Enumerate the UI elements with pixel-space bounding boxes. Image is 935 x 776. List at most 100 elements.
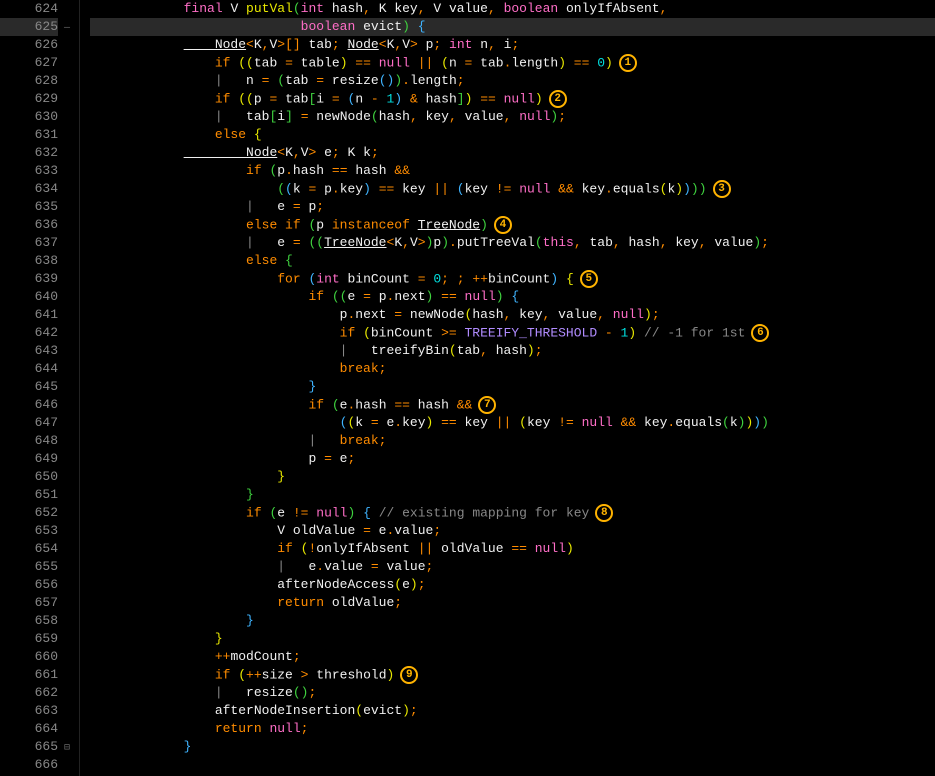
fold-gutter-cell[interactable] bbox=[60, 468, 79, 486]
token: p bbox=[277, 163, 285, 178]
code-line[interactable]: | resize(); bbox=[90, 684, 935, 702]
fold-gutter-cell[interactable] bbox=[60, 306, 79, 324]
code-line[interactable]: } bbox=[90, 378, 935, 396]
fold-gutter-cell[interactable] bbox=[60, 504, 79, 522]
code-line[interactable]: afterNodeAccess(e); bbox=[90, 576, 935, 594]
code-line[interactable]: else { bbox=[90, 252, 935, 270]
fold-gutter-cell[interactable] bbox=[60, 162, 79, 180]
token: ( bbox=[355, 703, 363, 718]
token: ( bbox=[332, 397, 340, 412]
fold-gutter-cell[interactable] bbox=[60, 234, 79, 252]
fold-gutter-cell[interactable] bbox=[60, 684, 79, 702]
code-line[interactable]: | tab[i] = newNode(hash, key, value, nul… bbox=[90, 108, 935, 126]
code-line[interactable]: | e = ((TreeNode<K,V>)p).putTreeVal(this… bbox=[90, 234, 935, 252]
code-line[interactable]: return null; bbox=[90, 720, 935, 738]
fold-gutter-cell[interactable] bbox=[60, 702, 79, 720]
code-line[interactable]: | e = p; bbox=[90, 198, 935, 216]
fold-gutter-cell[interactable] bbox=[60, 144, 79, 162]
fold-gutter-cell[interactable] bbox=[60, 450, 79, 468]
fold-gutter-cell[interactable] bbox=[60, 126, 79, 144]
fold-gutter-cell[interactable] bbox=[60, 378, 79, 396]
code-line[interactable]: else if (p instanceof TreeNode)4 bbox=[90, 216, 935, 234]
fold-gutter-cell[interactable] bbox=[60, 54, 79, 72]
code-line[interactable]: p = e; bbox=[90, 450, 935, 468]
fold-gutter-cell[interactable]: ⊟ bbox=[60, 738, 79, 756]
fold-gutter-cell[interactable] bbox=[60, 360, 79, 378]
fold-gutter-cell[interactable] bbox=[60, 0, 79, 18]
fold-gutter-cell[interactable] bbox=[60, 576, 79, 594]
token: == bbox=[441, 415, 464, 430]
line-number: 627 bbox=[0, 54, 58, 72]
code-line[interactable]: boolean evict) { bbox=[90, 18, 935, 36]
code-line[interactable]: if ((e = p.next) == null) { bbox=[90, 288, 935, 306]
code-line[interactable]: } bbox=[90, 486, 935, 504]
fold-gutter-cell[interactable] bbox=[60, 342, 79, 360]
code-line[interactable]: ((k = e.key) == key || (key != null && k… bbox=[90, 414, 935, 432]
code-line[interactable]: p.next = newNode(hash, key, value, null)… bbox=[90, 306, 935, 324]
fold-gutter-cell[interactable] bbox=[60, 666, 79, 684]
code-line[interactable]: Node<K,V>[] tab; Node<K,V> p; int n, i; bbox=[90, 36, 935, 54]
fold-gutter-cell[interactable] bbox=[60, 648, 79, 666]
fold-gutter-cell[interactable] bbox=[60, 36, 79, 54]
fold-gutter-cell[interactable] bbox=[60, 432, 79, 450]
code-line[interactable]: ++modCount; bbox=[90, 648, 935, 666]
fold-gutter-cell[interactable] bbox=[60, 414, 79, 432]
fold-gutter-cell[interactable] bbox=[60, 396, 79, 414]
code-line[interactable]: } bbox=[90, 738, 935, 756]
fold-column[interactable]: —⊟ bbox=[60, 0, 80, 776]
code-editor[interactable]: 6246256266276286296306316326336346356366… bbox=[0, 0, 935, 776]
code-area[interactable]: final V putVal(int hash, K key, V value,… bbox=[80, 0, 935, 776]
fold-gutter-cell[interactable] bbox=[60, 180, 79, 198]
fold-gutter-cell[interactable] bbox=[60, 324, 79, 342]
code-line[interactable]: if (p.hash == hash && bbox=[90, 162, 935, 180]
code-line[interactable]: return oldValue; bbox=[90, 594, 935, 612]
code-line[interactable]: ((k = p.key) == key || (key != null && k… bbox=[90, 180, 935, 198]
fold-gutter-cell[interactable] bbox=[60, 756, 79, 774]
fold-gutter-cell[interactable] bbox=[60, 270, 79, 288]
fold-gutter-cell[interactable] bbox=[60, 198, 79, 216]
code-line[interactable]: break; bbox=[90, 360, 935, 378]
code-line[interactable]: if (++size > threshold)9 bbox=[90, 666, 935, 684]
code-line[interactable]: | treeifyBin(tab, hash); bbox=[90, 342, 935, 360]
code-line[interactable]: | e.value = value; bbox=[90, 558, 935, 576]
fold-gutter-cell[interactable] bbox=[60, 540, 79, 558]
line-number: 639 bbox=[0, 270, 58, 288]
token: 0 bbox=[597, 55, 605, 70]
fold-gutter-cell[interactable] bbox=[60, 594, 79, 612]
code-line[interactable]: } bbox=[90, 612, 935, 630]
fold-gutter-cell[interactable] bbox=[60, 108, 79, 126]
line-number: 634 bbox=[0, 180, 58, 198]
code-line[interactable]: if ((tab = table) == null || (n = tab.le… bbox=[90, 54, 935, 72]
code-line[interactable]: if (!onlyIfAbsent || oldValue == null) bbox=[90, 540, 935, 558]
fold-gutter-cell[interactable] bbox=[60, 90, 79, 108]
code-line[interactable]: if (e.hash == hash &&7 bbox=[90, 396, 935, 414]
token: , bbox=[488, 1, 504, 16]
fold-gutter-cell[interactable] bbox=[60, 486, 79, 504]
fold-gutter-cell[interactable] bbox=[60, 522, 79, 540]
code-line[interactable]: if ((p = tab[i = (n - 1) & hash]) == nul… bbox=[90, 90, 935, 108]
fold-gutter-cell[interactable] bbox=[60, 720, 79, 738]
token: null bbox=[613, 307, 644, 322]
fold-gutter-cell[interactable] bbox=[60, 630, 79, 648]
code-line[interactable]: | break; bbox=[90, 432, 935, 450]
fold-gutter-cell[interactable] bbox=[60, 216, 79, 234]
code-line[interactable] bbox=[90, 756, 935, 774]
code-line[interactable]: for (int binCount = 0; ; ++binCount) {5 bbox=[90, 270, 935, 288]
code-line[interactable]: V oldValue = e.value; bbox=[90, 522, 935, 540]
fold-gutter-cell[interactable] bbox=[60, 72, 79, 90]
code-line[interactable]: if (binCount >= TREEIFY_THRESHOLD - 1) /… bbox=[90, 324, 935, 342]
fold-gutter-cell[interactable] bbox=[60, 252, 79, 270]
code-line[interactable]: afterNodeInsertion(evict); bbox=[90, 702, 935, 720]
code-line[interactable]: } bbox=[90, 468, 935, 486]
fold-gutter-cell[interactable] bbox=[60, 558, 79, 576]
code-line[interactable]: } bbox=[90, 630, 935, 648]
code-line[interactable]: | n = (tab = resize()).length; bbox=[90, 72, 935, 90]
fold-gutter-cell[interactable] bbox=[60, 612, 79, 630]
code-line[interactable]: Node<K,V> e; K k; bbox=[90, 144, 935, 162]
code-line[interactable]: else { bbox=[90, 126, 935, 144]
code-line[interactable]: final V putVal(int hash, K key, V value,… bbox=[90, 0, 935, 18]
fold-gutter-cell[interactable] bbox=[60, 288, 79, 306]
token: p bbox=[379, 289, 387, 304]
fold-gutter-cell[interactable]: — bbox=[60, 18, 79, 36]
code-line[interactable]: if (e != null) { // existing mapping for… bbox=[90, 504, 935, 522]
